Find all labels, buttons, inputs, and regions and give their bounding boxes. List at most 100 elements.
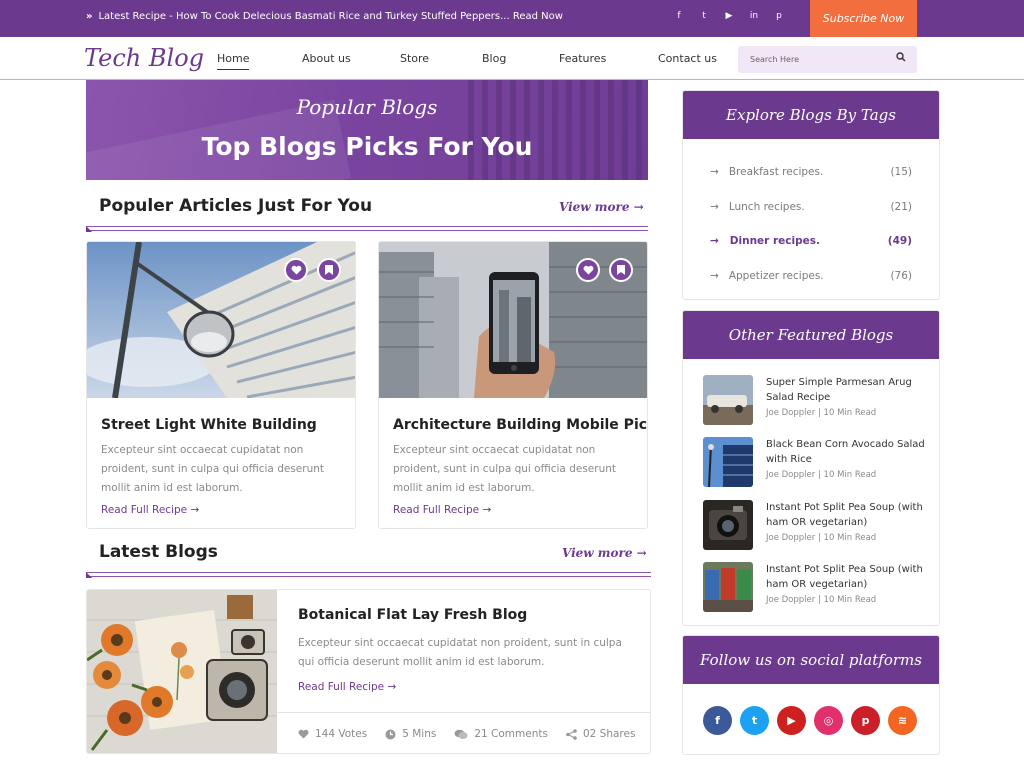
article-card[interactable]: Architecture Building Mobile Pic Excepte… [378,241,648,529]
arrow-right-icon: → [710,201,719,213]
tag-lunch[interactable]: → Lunch recipes. [710,201,805,213]
bookmark-icon [617,265,625,275]
votes-meta[interactable]: 144 Votes [298,728,367,740]
article-title[interactable]: Architecture Building Mobile Pic [393,417,647,433]
tag-count: (21) [890,201,912,213]
bookmark-button[interactable] [609,258,633,282]
social-buttons: f t ▶ ◎ p ≋ [703,706,917,735]
tags-widget: Explore Blogs By Tags → Breakfast recipe… [682,90,940,300]
youtube-icon[interactable]: ▶ [777,706,806,735]
nav-store[interactable]: Store [400,52,429,65]
facebook-icon[interactable]: f [703,706,732,735]
heart-icon [291,265,301,275]
nav-about[interactable]: About us [302,52,351,65]
linkedin-icon[interactable]: in [748,11,760,21]
shares-count: 02 Shares [582,728,636,740]
search-input[interactable] [738,46,878,73]
top-bar: » Latest Recipe - How To Cook Delecious B… [0,0,1024,37]
featured-post[interactable]: Instant Pot Split Pea Soup (with ham OR … [703,562,928,612]
tag-breakfast[interactable]: → Breakfast recipes. [710,166,823,178]
tag-label: Dinner recipes. [729,235,821,247]
clock-icon [385,729,396,739]
tag-label: Lunch recipes. [728,201,805,213]
post-author[interactable]: Joe Doppler [766,533,815,543]
read-more-link[interactable]: Read Full Recipe → [298,681,396,693]
article-image[interactable] [87,242,355,398]
featured-thumbnail[interactable] [703,500,753,550]
favorite-button[interactable] [284,258,308,282]
nav-features[interactable]: Features [559,52,606,65]
read-more-label: Read Full Recipe [298,681,385,693]
post-author[interactable]: Joe Doppler [766,470,815,480]
tag-dinner[interactable]: → Dinner recipes. [710,235,820,247]
latest-view-more-link[interactable]: View more → [562,546,647,560]
featured-post[interactable]: Instant Pot Split Pea Soup (with ham OR … [703,500,928,550]
hero-title: Top Blogs Picks For You [201,132,533,161]
tag-label: Appetizer recipes. [728,270,824,282]
nav-blog[interactable]: Blog [482,52,506,65]
post-author[interactable]: Joe Doppler [766,595,815,605]
featured-thumbnail[interactable] [703,375,753,425]
subscribe-button[interactable]: Subscribe Now [810,0,917,37]
twitter-icon[interactable]: t [698,11,710,21]
view-more-label: View more [562,546,633,560]
featured-post[interactable]: Super Simple Parmesan Arug Salad Recipe … [703,375,928,425]
social-widget-title: Follow us on social platforms [683,636,939,684]
hero-subtitle: Popular Blogs [296,95,438,119]
search-icon[interactable] [896,52,906,62]
article-card[interactable]: Street Light White Building Excepteur si… [86,241,356,529]
latest-blog-card[interactable]: Botanical Flat Lay Fresh Blog Excepteur … [86,589,651,754]
featured-post-title[interactable]: Black Bean Corn Avocado Salad with Rice [766,437,931,467]
pinterest-icon[interactable]: p [773,11,785,21]
view-more-label: View more [559,200,630,214]
bookmark-button[interactable] [317,258,341,282]
latest-section-title: Latest Blogs [99,542,218,562]
rss-icon[interactable]: ≋ [888,706,917,735]
post-read-time: 10 Min Read [823,533,877,543]
featured-thumbnail[interactable] [703,562,753,612]
featured-post[interactable]: Black Bean Corn Avocado Salad with Rice … [703,437,928,487]
featured-post-title[interactable]: Instant Pot Split Pea Soup (with ham OR … [766,500,931,530]
news-ticker[interactable]: » Latest Recipe - How To Cook Delecious B… [86,11,563,22]
top-social-icons: f t ▶ in p [673,11,785,21]
post-read-time: 10 Min Read [823,470,877,480]
tag-count: (76) [890,270,912,282]
read-more-label: Read Full Recipe [393,504,480,516]
comments-meta[interactable]: 21 Comments [454,728,548,740]
post-read-time: 10 Min Read [823,595,877,605]
article-excerpt: Excepteur sint occaecat cupidatat non pr… [393,444,617,494]
news-text[interactable]: Latest Recipe - How To Cook Delecious Ba… [98,11,562,22]
pinterest-icon[interactable]: p [851,706,880,735]
article-image[interactable] [379,242,647,398]
featured-post-meta: Joe Doppler | 10 Min Read [766,408,877,418]
read-more-link[interactable]: Read Full Recipe → [101,504,199,516]
post-author[interactable]: Joe Doppler [766,408,815,418]
youtube-icon[interactable]: ▶ [723,11,735,21]
tag-appetizer[interactable]: → Appetizer recipes. [710,270,824,282]
featured-post-title[interactable]: Instant Pot Split Pea Soup (with ham OR … [766,562,931,592]
instagram-icon[interactable]: ◎ [814,706,843,735]
bookmark-icon [325,265,333,275]
article-excerpt: Excepteur sint occaecat cupidatat non pr… [101,444,325,494]
section-divider [86,226,648,232]
favorite-button[interactable] [576,258,600,282]
shares-meta[interactable]: 02 Shares [566,728,635,740]
latest-blog-title[interactable]: Botanical Flat Lay Fresh Blog [298,607,527,623]
read-more-link[interactable]: Read Full Recipe → [393,504,491,516]
featured-thumbnail[interactable] [703,437,753,487]
nav-home[interactable]: Home [217,52,250,70]
popular-view-more-link[interactable]: View more → [559,200,644,214]
nav-contact[interactable]: Contact us [658,52,717,65]
logo[interactable]: Tech Blog [84,44,204,72]
featured-post-title[interactable]: Super Simple Parmesan Arug Salad Recipe [766,375,931,405]
tag-label: Breakfast recipes. [728,166,824,178]
facebook-icon[interactable]: f [673,11,685,21]
comments-count: 21 Comments [474,728,548,740]
latest-blog-excerpt: Excepteur sint occaecat cupidatat non pr… [298,637,622,668]
article-title[interactable]: Street Light White Building [101,417,317,433]
tags-widget-title: Explore Blogs By Tags [683,91,939,139]
twitter-icon[interactable]: t [740,706,769,735]
latest-blog-image[interactable] [87,590,277,753]
popular-section-title: Populer Articles Just For You [99,196,373,216]
share-icon [566,728,577,740]
